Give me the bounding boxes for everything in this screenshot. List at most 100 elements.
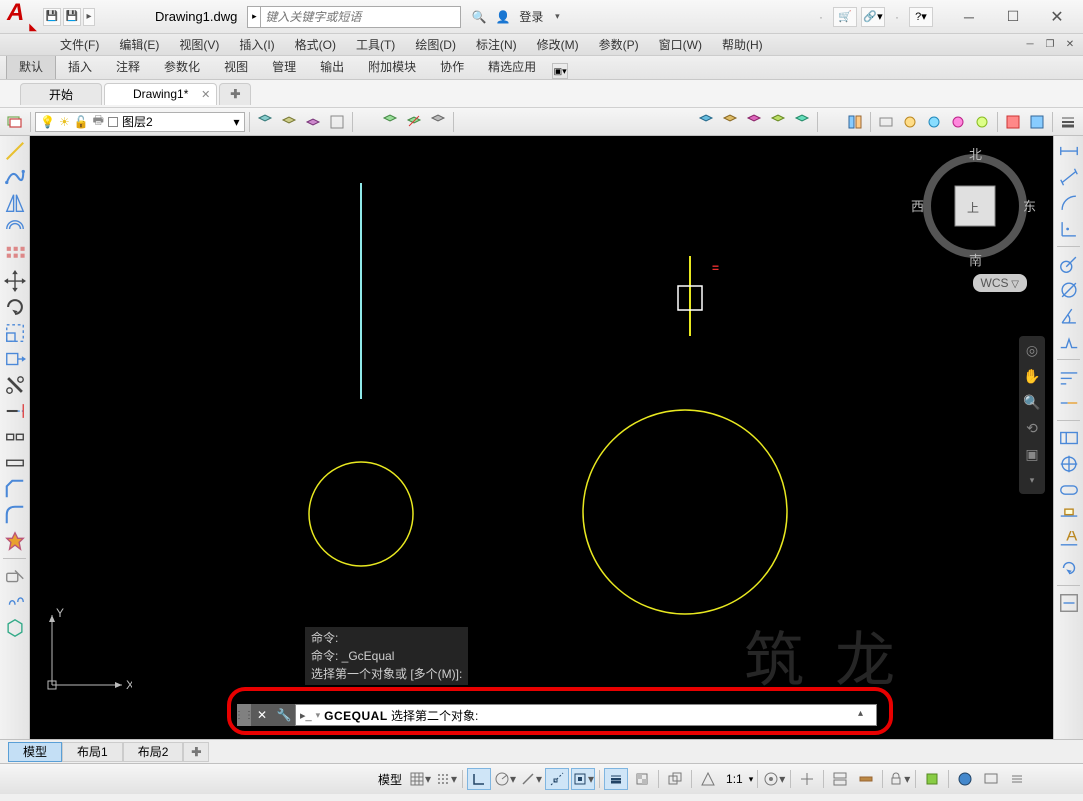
- status-model-label[interactable]: 模型: [374, 771, 406, 788]
- entity-circle-large[interactable]: [583, 410, 787, 614]
- qat-save-icon[interactable]: 💾: [43, 8, 61, 26]
- dim-update-icon[interactable]: [1058, 557, 1080, 579]
- scale-tool-icon[interactable]: [4, 322, 26, 344]
- trim-tool-icon[interactable]: [4, 374, 26, 396]
- dim-arc-icon[interactable]: [1058, 192, 1080, 214]
- cmd-settings-icon[interactable]: 🔧: [273, 704, 295, 726]
- extend-tool-icon[interactable]: [4, 400, 26, 422]
- doc-tab-start[interactable]: 开始: [20, 83, 102, 105]
- workspace-switch-icon[interactable]: ▾: [762, 768, 786, 790]
- center-mark-icon[interactable]: [1058, 453, 1080, 475]
- osnap-tracking-icon[interactable]: [545, 768, 569, 790]
- ribbon-tab-default[interactable]: 默认: [6, 53, 56, 79]
- tolerance-icon[interactable]: [1058, 427, 1080, 449]
- layer-state-icon[interactable]: [379, 111, 401, 133]
- lock-ui-icon[interactable]: ▾: [887, 768, 911, 790]
- ribbon-tab-output[interactable]: 输出: [308, 54, 356, 79]
- ribbon-tab-manage[interactable]: 管理: [260, 54, 308, 79]
- dim-style-icon[interactable]: [1058, 592, 1080, 614]
- nav-zoom-icon[interactable]: 🔍: [1022, 392, 1042, 412]
- doc-tab-close-icon[interactable]: ✕: [201, 88, 210, 101]
- layer-filter-icon[interactable]: [743, 111, 765, 133]
- ribbon-expand-icon[interactable]: ▣▾: [552, 63, 568, 79]
- viewcube-west[interactable]: 西: [911, 196, 924, 215]
- transparency-icon[interactable]: [630, 768, 654, 790]
- cmd-grip-icon[interactable]: ⋮⋮: [237, 704, 251, 726]
- viewcube-east[interactable]: 东: [1023, 196, 1036, 215]
- erase-tool-icon[interactable]: [4, 565, 26, 587]
- layer-tool-icon[interactable]: [278, 111, 300, 133]
- annotation-scale-value[interactable]: 1:1: [722, 772, 747, 786]
- layer-tool-icon[interactable]: [302, 111, 324, 133]
- layout-tab-add[interactable]: ✚: [183, 742, 209, 762]
- offset-tool-icon[interactable]: [4, 218, 26, 240]
- dim-diameter-icon[interactable]: [1058, 279, 1080, 301]
- menu-edit[interactable]: 编辑(E): [109, 33, 169, 56]
- layer-tool-icon[interactable]: [326, 111, 348, 133]
- menu-insert[interactable]: 插入(I): [229, 33, 284, 56]
- layer-properties-icon[interactable]: [4, 111, 26, 133]
- ribbon-tab-insert[interactable]: 插入: [56, 54, 104, 79]
- rotate-tool-icon[interactable]: [4, 296, 26, 318]
- wcs-badge[interactable]: WCS ▽: [973, 274, 1027, 292]
- help-icon[interactable]: ?▾: [909, 7, 933, 27]
- search-input[interactable]: [261, 6, 461, 28]
- annotation-scale-icon[interactable]: [696, 768, 720, 790]
- dim-continue-icon[interactable]: [1058, 392, 1080, 414]
- layer-state-icon[interactable]: [403, 111, 425, 133]
- explode-tool-icon[interactable]: [4, 530, 26, 552]
- mdi-restore-icon[interactable]: ❐: [1041, 38, 1059, 52]
- dim-ordinate-icon[interactable]: [1058, 218, 1080, 240]
- isolate-objects-icon[interactable]: [920, 768, 944, 790]
- break-tool-icon[interactable]: [4, 426, 26, 448]
- exchange-cart-icon[interactable]: 🛒: [833, 7, 857, 27]
- entity-circle-small[interactable]: [309, 462, 413, 566]
- dim-tedit-icon[interactable]: A: [1058, 531, 1080, 553]
- close-button[interactable]: ✕: [1035, 3, 1079, 31]
- menu-draw[interactable]: 绘图(D): [405, 33, 466, 56]
- search-icon[interactable]: 🔍: [469, 7, 489, 27]
- menu-help[interactable]: 帮助(H): [712, 33, 773, 56]
- nav-expand-icon[interactable]: ▾: [1022, 470, 1042, 490]
- menu-file[interactable]: 文件(F): [50, 33, 109, 56]
- dim-angular-icon[interactable]: [1058, 305, 1080, 327]
- selection-cycling-icon[interactable]: [663, 768, 687, 790]
- menu-tools[interactable]: 工具(T): [346, 33, 405, 56]
- layer-combo[interactable]: 💡 ☀ 🔓 🖶 图层2 ▾: [35, 112, 245, 132]
- dim-jogged-icon[interactable]: [1058, 331, 1080, 353]
- menu-modify[interactable]: 修改(M): [527, 33, 589, 56]
- doc-tab-add[interactable]: ✚: [219, 83, 251, 105]
- dim-baseline-icon[interactable]: [1058, 366, 1080, 388]
- cmd-history-expand-icon[interactable]: ▴: [858, 708, 872, 722]
- hardware-accel-icon[interactable]: [953, 768, 977, 790]
- stretch-tool-icon[interactable]: [4, 348, 26, 370]
- menu-dimension[interactable]: 标注(N): [466, 33, 527, 56]
- copy-tool-icon[interactable]: [4, 591, 26, 613]
- object-snap-icon[interactable]: ▾: [571, 768, 595, 790]
- props-icon[interactable]: [971, 111, 993, 133]
- fillet-tool-icon[interactable]: [4, 504, 26, 526]
- qat-saveas-icon[interactable]: 💾: [63, 8, 81, 26]
- ribbon-tab-collab[interactable]: 协作: [428, 54, 476, 79]
- ribbon-tab-view[interactable]: 视图: [212, 54, 260, 79]
- nav-orbit-icon[interactable]: ⟲: [1022, 418, 1042, 438]
- inspect-icon[interactable]: [1058, 479, 1080, 501]
- annotation-monitor-icon[interactable]: [795, 768, 819, 790]
- nav-showmotion-icon[interactable]: ▣: [1022, 444, 1042, 464]
- cmd-input[interactable]: ▸_ ▾ GCEQUAL 选择第二个对象: ▴: [295, 704, 877, 726]
- block-tool-icon[interactable]: [4, 617, 26, 639]
- menu-param[interactable]: 参数(P): [589, 33, 649, 56]
- line-tool-icon[interactable]: [4, 140, 26, 162]
- layout-tab-model[interactable]: 模型: [8, 742, 62, 762]
- chamfer-tool-icon[interactable]: [4, 478, 26, 500]
- layout-tab-layout1[interactable]: 布局1: [62, 742, 123, 762]
- login-dropdown-icon[interactable]: ▾: [547, 7, 567, 27]
- layout-tab-layout2[interactable]: 布局2: [123, 742, 184, 762]
- props-icon[interactable]: [899, 111, 921, 133]
- dim-edit-icon[interactable]: [1058, 505, 1080, 527]
- layer-filter-icon[interactable]: [695, 111, 717, 133]
- layer-filter-icon[interactable]: [791, 111, 813, 133]
- drawing-canvas[interactable]: = X Y 上 北 南 西 东 WCS: [30, 136, 1053, 739]
- isodraft-icon[interactable]: ▾: [519, 768, 543, 790]
- viewcube-north[interactable]: 北: [969, 144, 982, 163]
